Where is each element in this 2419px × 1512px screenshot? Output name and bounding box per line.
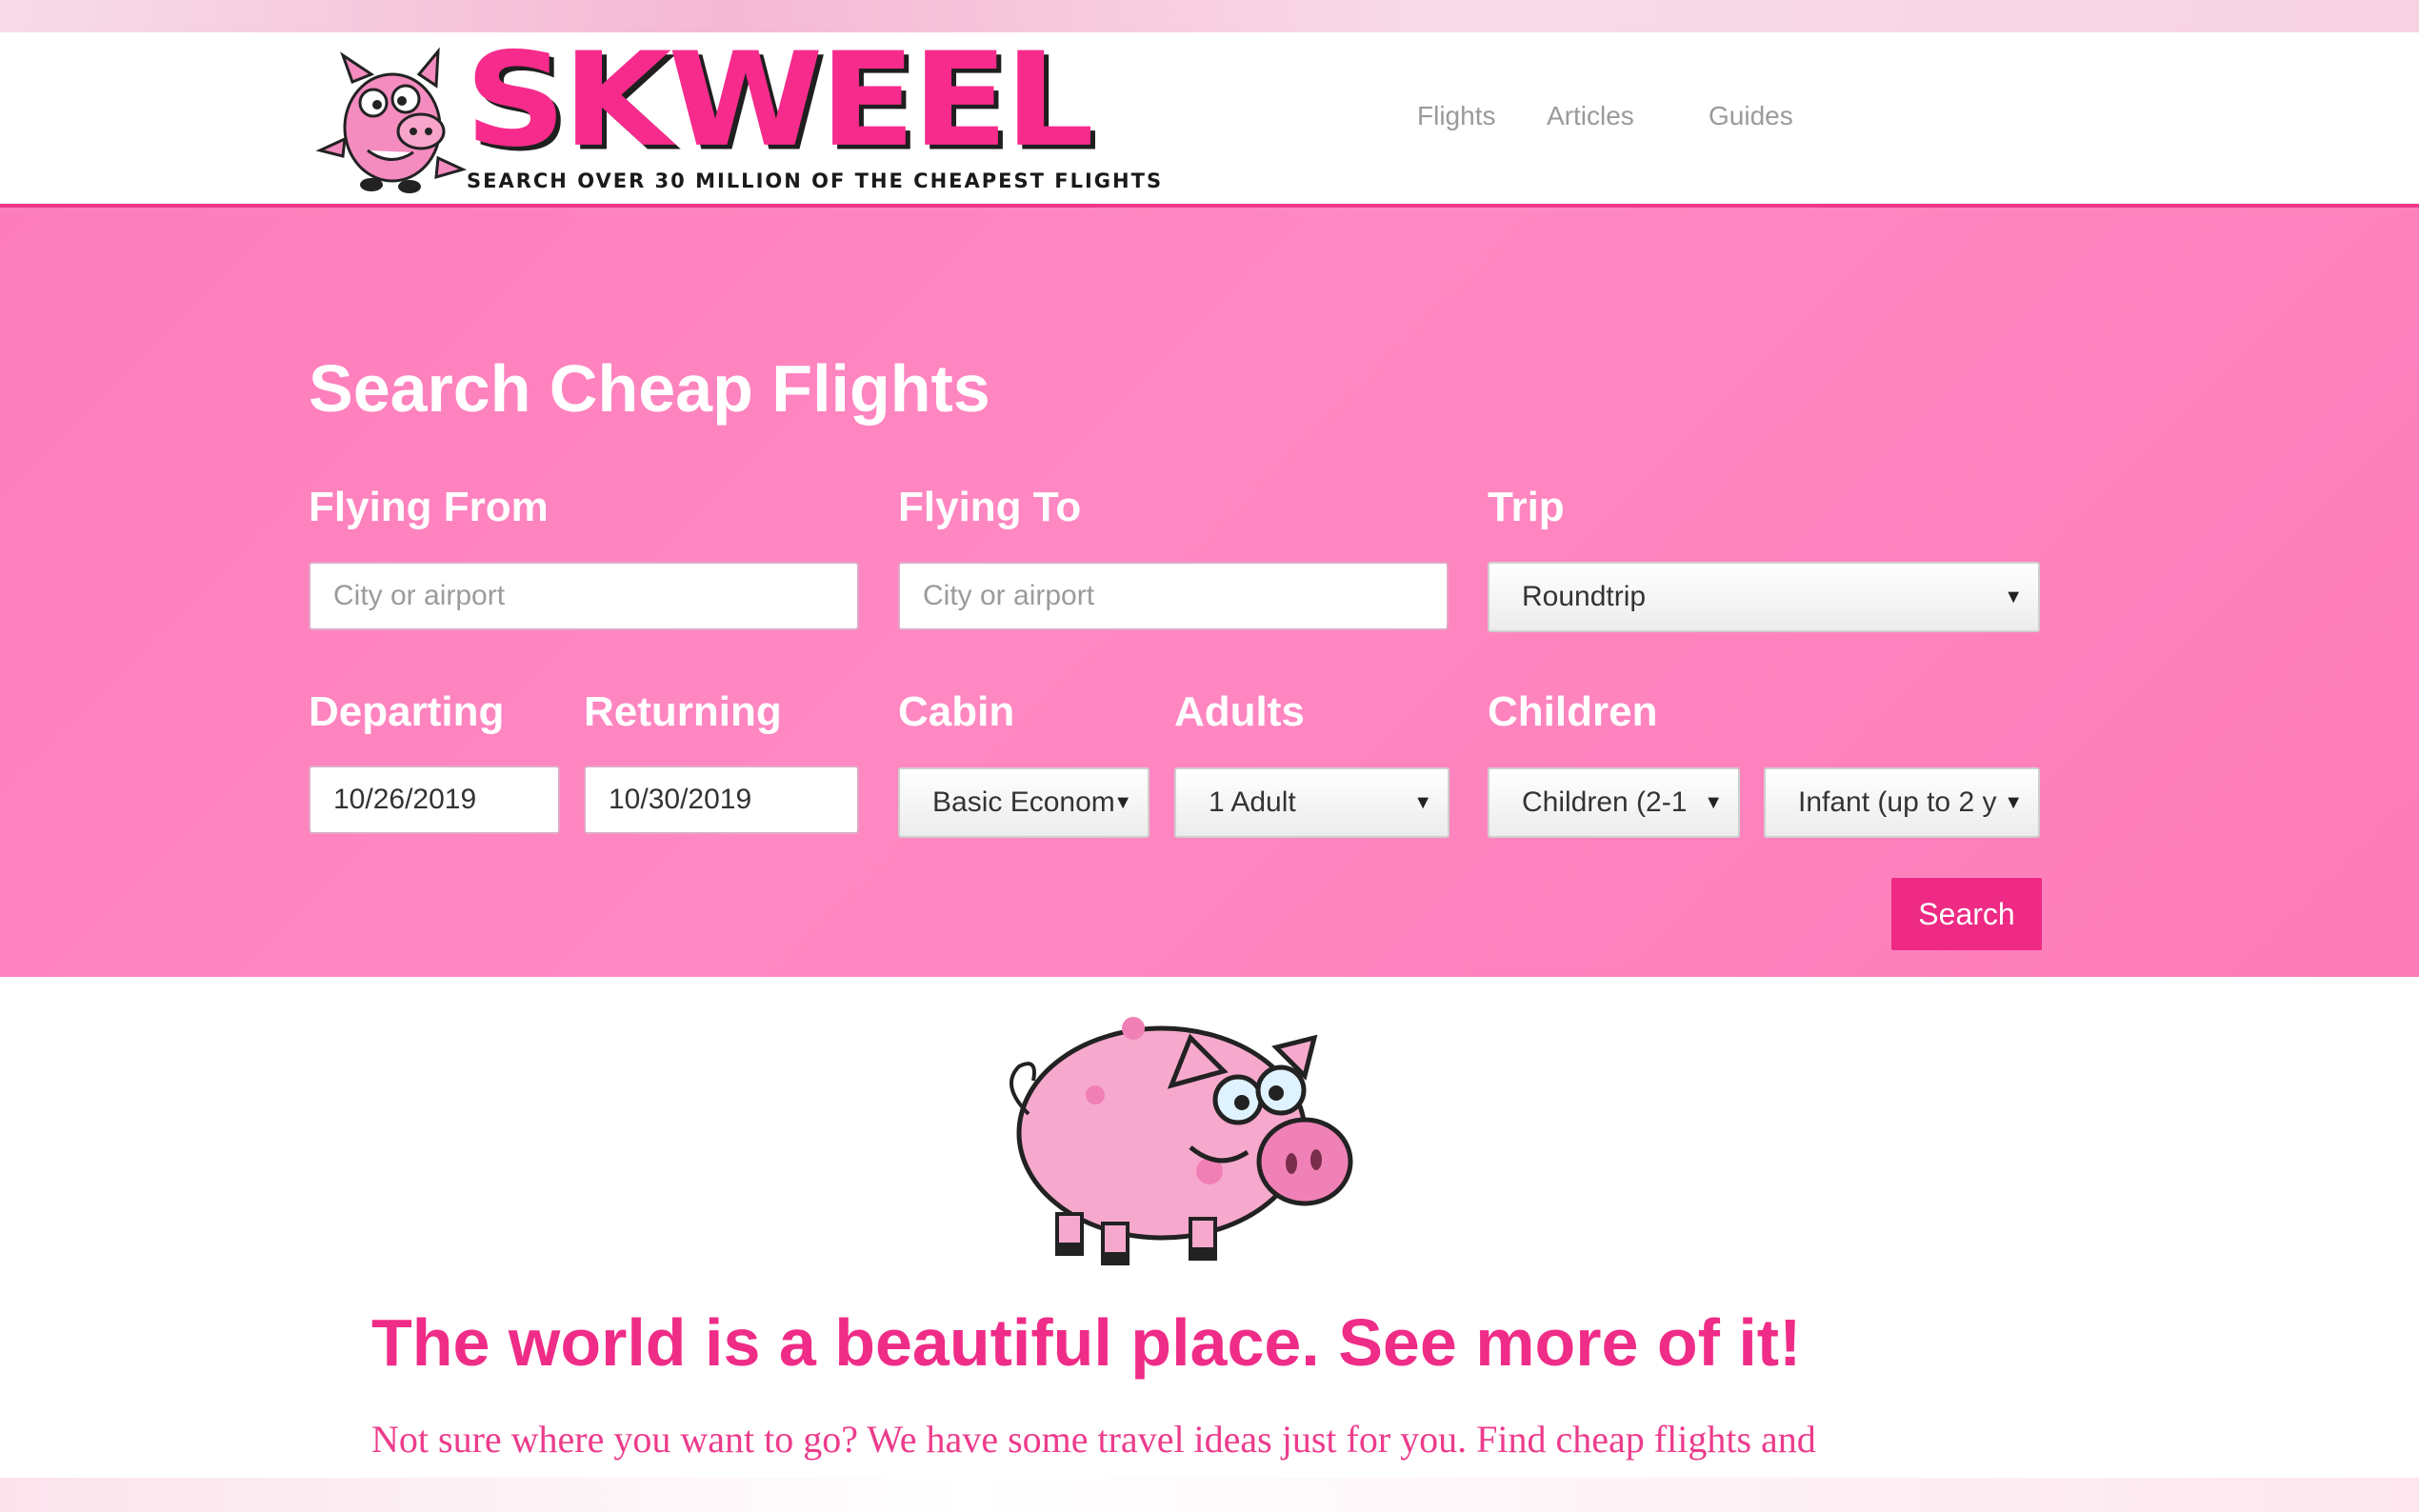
children-label: Children xyxy=(1488,688,1658,735)
pig-icon xyxy=(1010,1017,1353,1265)
brand-tagline: SEARCH OVER 30 MILLION OF THE CHEAPEST F… xyxy=(467,169,1164,192)
departing-date-input[interactable]: 10/26/2019 xyxy=(309,766,560,834)
infant-select[interactable]: Infant (up to 2 y ▼ xyxy=(1764,767,2040,838)
chevron-down-icon: ▼ xyxy=(1704,792,1723,813)
flying-from-input[interactable]: City or airport xyxy=(309,562,859,630)
cabin-select-value: Basic Econom xyxy=(932,786,1115,818)
trip-select-value: Roundtrip xyxy=(1522,581,1647,612)
flying-from-label: Flying From xyxy=(309,484,549,530)
chevron-down-icon: ▼ xyxy=(1113,792,1132,813)
adults-select-value: 1 Adult xyxy=(1209,786,1296,818)
chevron-down-icon: ▼ xyxy=(2004,792,2023,813)
nav-item-guides[interactable]: Guides xyxy=(1709,101,1793,131)
search-hero: Search Cheap Flights Flying From City or… xyxy=(0,208,2419,977)
nav-item-articles[interactable]: Articles xyxy=(1547,101,1634,131)
trip-select[interactable]: Roundtrip ▼ xyxy=(1488,562,2040,632)
returning-date-input[interactable]: 10/30/2019 xyxy=(584,766,859,834)
infant-select-value: Infant (up to 2 y xyxy=(1798,786,1997,818)
intro-paragraph: Not sure where you want to go? We have s… xyxy=(371,1418,1816,1461)
bottom-decoration-strip xyxy=(0,1478,2419,1512)
pig-mascot-icon[interactable] xyxy=(314,44,467,196)
nav-item-flights[interactable]: Flights xyxy=(1417,101,1495,131)
flying-to-label: Flying To xyxy=(898,484,1082,530)
adults-label: Adults xyxy=(1174,688,1305,735)
children-select-value: Children (2-1 xyxy=(1522,786,1688,818)
site-header: SKWEEL SEARCH OVER 30 MILLION OF THE CHE… xyxy=(0,32,2419,208)
chevron-down-icon: ▼ xyxy=(2004,587,2023,607)
main-headline: The world is a beautiful place. See more… xyxy=(371,1305,1802,1380)
departing-label: Departing xyxy=(309,688,505,735)
adults-select[interactable]: 1 Adult ▼ xyxy=(1174,767,1449,838)
search-button[interactable]: Search xyxy=(1891,878,2042,950)
children-select[interactable]: Children (2-1 ▼ xyxy=(1488,767,1740,838)
top-decoration-strip xyxy=(0,0,2419,32)
search-title: Search Cheap Flights xyxy=(309,351,990,426)
trip-label: Trip xyxy=(1488,484,1565,530)
chevron-down-icon: ▼ xyxy=(1413,792,1432,813)
cabin-label: Cabin xyxy=(898,688,1015,735)
brand-logo-text[interactable]: SKWEEL xyxy=(465,34,1094,166)
returning-label: Returning xyxy=(584,688,782,735)
cabin-select[interactable]: Basic Econom ▼ xyxy=(898,767,1150,838)
flying-to-input[interactable]: City or airport xyxy=(898,562,1449,630)
